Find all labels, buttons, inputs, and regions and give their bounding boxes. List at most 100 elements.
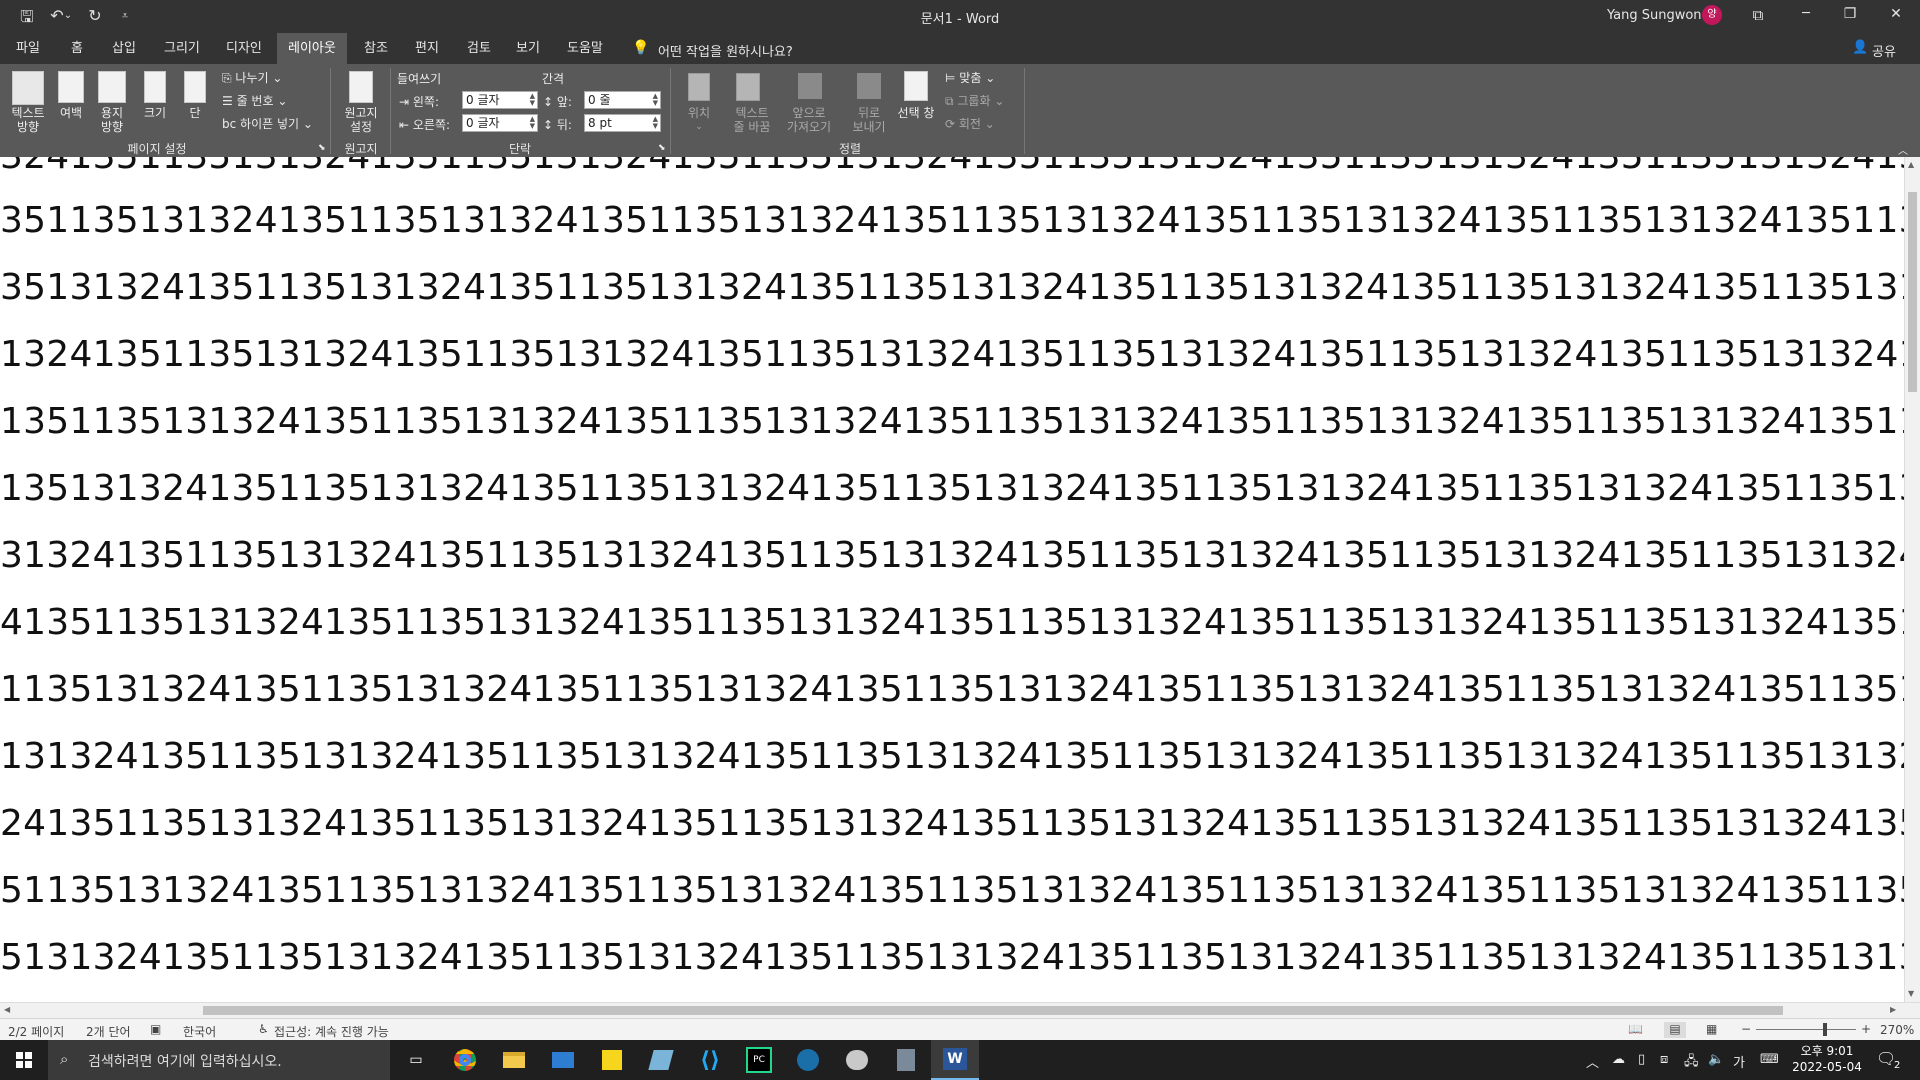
keyboard-icon[interactable]: ⌨	[1760, 1052, 1779, 1067]
bring-forward-button[interactable]: 앞으로 가져오기	[780, 106, 838, 134]
undo-dropdown-icon[interactable]: ⌄	[62, 10, 74, 21]
zoom-slider[interactable]	[1756, 1029, 1856, 1030]
app-tray-icon[interactable]: ⧈	[1660, 1052, 1668, 1067]
size-button[interactable]: 크기	[138, 106, 172, 120]
columns-button[interactable]: 단	[178, 106, 212, 120]
avatar[interactable]: 양	[1702, 5, 1722, 25]
wrap-text-label-2: 줄 바꿈	[733, 120, 771, 134]
show-hidden-icons-icon[interactable]: ︿	[1586, 1052, 1599, 1071]
page-setup-launcher-icon[interactable]: ⬊	[318, 143, 326, 153]
tab-draw[interactable]: 그리기	[153, 33, 211, 64]
zoom-in-icon[interactable]: +	[1861, 1022, 1871, 1036]
ime-indicator[interactable]: 가	[1733, 1052, 1745, 1071]
start-button[interactable]	[0, 1040, 48, 1080]
tab-mailings[interactable]: 편지	[404, 33, 450, 64]
tab-references[interactable]: 참조	[353, 33, 399, 64]
indent-left-field[interactable]: 0 글자 ▲ ▼	[462, 91, 538, 109]
indent-right-field[interactable]: 0 글자 ▲ ▼	[462, 114, 538, 132]
task-view-icon[interactable]: ▭	[392, 1040, 440, 1080]
horizontal-scrollbar[interactable]: ◀ ▶	[0, 1002, 1920, 1018]
paint-palette-icon[interactable]	[833, 1040, 881, 1080]
spinner-icon[interactable]: ▲ ▼	[530, 93, 535, 107]
zoom-out-icon[interactable]: −	[1741, 1022, 1751, 1036]
manuscript-settings-button[interactable]: 원고지 설정	[336, 106, 386, 134]
margins-button[interactable]: 여백	[52, 106, 90, 120]
group-button[interactable]: ⧉ 그룹화 ⌄	[945, 92, 1004, 109]
ribbon-display-options-icon[interactable]: ⧉	[1746, 6, 1770, 24]
tab-design[interactable]: 디자인	[215, 33, 273, 64]
text-direction-button[interactable]: 텍스트 방향	[4, 106, 52, 134]
position-button[interactable]: 위치 ⌄	[676, 106, 722, 134]
volume-icon[interactable]: 🔈	[1708, 1052, 1724, 1067]
tab-insert[interactable]: 삽입	[101, 33, 147, 64]
user-name[interactable]: Yang Sungwon	[1607, 8, 1702, 23]
collapse-ribbon-icon[interactable]: ︿	[1898, 142, 1908, 157]
calculator-icon[interactable]	[882, 1040, 930, 1080]
scroll-down-icon[interactable]: ▼	[1908, 989, 1914, 998]
share-button[interactable]: 공유	[1872, 41, 1896, 60]
restore-button[interactable]: ❐	[1838, 6, 1862, 22]
tab-file[interactable]: 파일	[5, 33, 51, 64]
spacing-before-field[interactable]: 0 줄 ▲ ▼	[584, 91, 661, 109]
tab-layout[interactable]: 레이아웃	[277, 33, 347, 64]
horizontal-scroll-thumb[interactable]	[203, 1006, 1783, 1015]
paragraph-launcher-icon[interactable]: ⬊	[658, 143, 666, 153]
orientation-button[interactable]: 용지 방향	[90, 106, 134, 134]
network-icon[interactable]: 🖧	[1684, 1052, 1699, 1074]
mail-icon[interactable]	[539, 1040, 587, 1080]
redo-icon[interactable]: ↻	[84, 6, 106, 25]
zoom-slider-thumb[interactable]	[1823, 1023, 1827, 1036]
search-box[interactable]: ⌕ 검색하려면 여기에 입력하십시오.	[48, 1040, 390, 1080]
print-layout-icon[interactable]: ▤	[1664, 1022, 1686, 1038]
line-numbers-button[interactable]: ☰ 줄 번호 ⌄	[222, 92, 287, 109]
wrap-text-button[interactable]: 텍스트 줄 바꿈	[724, 106, 780, 134]
read-mode-icon[interactable]: 📖	[1628, 1022, 1643, 1036]
tab-review[interactable]: 검토	[456, 33, 502, 64]
vertical-scroll-thumb[interactable]	[1908, 192, 1917, 392]
device-icon[interactable]: ▯	[1638, 1052, 1645, 1067]
steam-icon[interactable]	[784, 1040, 832, 1080]
customize-quick-access-icon[interactable]: ⩡	[114, 9, 136, 23]
minimize-button[interactable]: ─	[1794, 6, 1818, 21]
tab-help[interactable]: 도움말	[556, 33, 614, 64]
chrome-icon[interactable]	[441, 1040, 489, 1080]
clock[interactable]: 오후 9:01 2022-05-04	[1792, 1043, 1862, 1075]
word-taskbar-icon[interactable]: W	[931, 1040, 979, 1080]
web-layout-icon[interactable]: ▦	[1706, 1022, 1717, 1036]
hyphenation-button[interactable]: bc 하이픈 넣기 ⌄	[222, 115, 313, 132]
sticky-notes-icon[interactable]	[588, 1040, 636, 1080]
tell-me-search[interactable]: 어떤 작업을 원하시나요?	[658, 41, 793, 60]
close-button[interactable]: ✕	[1884, 6, 1908, 22]
rotate-button[interactable]: ⟳ 회전 ⌄	[945, 115, 995, 132]
save-icon[interactable]: 🖫	[16, 6, 38, 33]
selection-pane-button[interactable]: 선택 창	[894, 106, 938, 120]
spacing-after-field[interactable]: 8 pt ▲ ▼	[584, 114, 661, 132]
paint-icon[interactable]	[637, 1040, 685, 1080]
tab-view[interactable]: 보기	[505, 33, 551, 64]
scroll-up-icon[interactable]: ▲	[1908, 160, 1914, 169]
spinner-icon[interactable]: ▲ ▼	[653, 93, 658, 107]
proofing-icon[interactable]: ▣	[150, 1022, 161, 1036]
spinner-icon[interactable]: ▲ ▼	[530, 116, 535, 130]
pycharm-icon[interactable]: PC	[735, 1040, 783, 1080]
onedrive-icon[interactable]: ☁	[1612, 1052, 1625, 1067]
send-backward-button[interactable]: 뒤로 보내기	[842, 106, 896, 134]
group-label: 그룹화	[957, 94, 991, 108]
tab-home[interactable]: 홈	[60, 33, 94, 64]
accessibility-status[interactable]: 접근성: 계속 진행 가능	[274, 1023, 389, 1040]
scroll-right-icon[interactable]: ▶	[1890, 1005, 1896, 1014]
page-count[interactable]: 2/2 페이지	[8, 1023, 64, 1040]
document-area[interactable]: 3241351135131324135113513132413511351313…	[0, 157, 1904, 1002]
scroll-left-icon[interactable]: ◀	[4, 1005, 10, 1014]
spinner-icon[interactable]: ▲ ▼	[653, 116, 658, 130]
breaks-button[interactable]: ⎘ 나누기 ⌄	[222, 69, 282, 86]
language[interactable]: 한국어	[183, 1023, 216, 1040]
zoom-level[interactable]: 270%	[1880, 1023, 1914, 1037]
file-explorer-icon[interactable]	[490, 1040, 538, 1080]
word-count[interactable]: 2개 단어	[86, 1023, 131, 1040]
spacing-before-value: 0 줄	[588, 93, 611, 107]
arrange-group-label: 정렬	[838, 142, 862, 156]
align-button[interactable]: ⊨ 맞춤 ⌄	[945, 69, 995, 86]
vertical-scrollbar[interactable]: ▲ ▼	[1904, 157, 1920, 1002]
vscode-icon[interactable]: ⟨⟩	[686, 1040, 734, 1080]
